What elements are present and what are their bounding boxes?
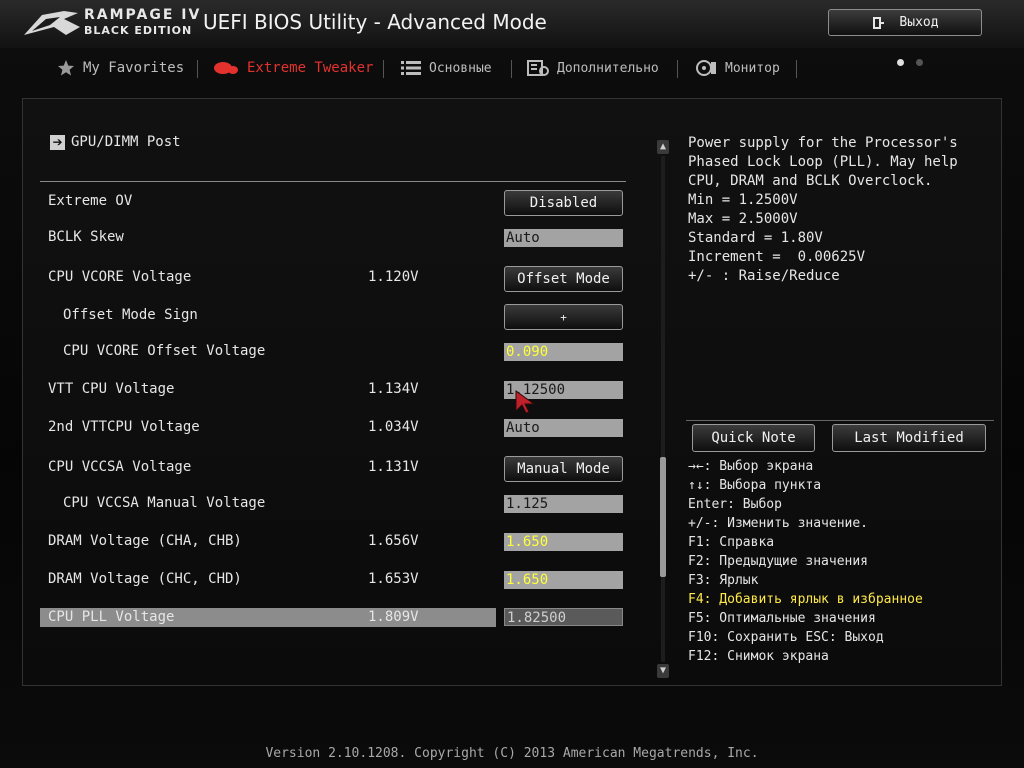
page-dot-active[interactable] <box>897 59 904 66</box>
submenu-gpu-dimm-post[interactable]: ➔ GPU/DIMM Post <box>50 134 181 150</box>
key-hint: +/-: Изменить значение. <box>688 516 869 531</box>
tab-label: Основные <box>429 60 492 76</box>
tab-separator <box>511 60 512 78</box>
tab-extreme-tweaker[interactable]: Extreme Tweaker <box>213 52 373 84</box>
offset-sign-button[interactable]: + <box>504 304 623 330</box>
setting-label: CPU VCCSA Manual Voltage <box>63 495 266 511</box>
key-hint: →←: Выбор экрана <box>688 459 814 474</box>
setting-label: BCLK Skew <box>48 229 124 245</box>
scrollbar-track[interactable] <box>661 156 665 662</box>
key-hint: F2: Предыдущие значения <box>688 554 869 569</box>
help-description: Power supply for the Processor's Phased … <box>688 135 958 284</box>
version-footer: Version 2.10.1208. Copyright (C) 2013 Am… <box>265 746 759 761</box>
tab-label: My Favorites <box>83 60 185 76</box>
cpu-vcore-offset-field[interactable]: 0.090 <box>504 343 623 361</box>
cpu-vccsa-manual-field[interactable]: 1.125 <box>504 495 623 513</box>
dram-voltage-cd-field[interactable]: 1.650 <box>504 571 623 589</box>
current-voltage: 1.120V <box>368 269 419 285</box>
mouse-cursor-icon <box>515 390 536 414</box>
key-hint: Enter: Выбор <box>688 497 782 512</box>
tab-label: Монитор <box>725 60 780 76</box>
key-hint-highlighted[interactable]: F4: Добавить ярлык в избранное <box>688 590 923 609</box>
key-hint: ↑↓: Выбора пункта <box>688 478 822 493</box>
cpu-vcore-mode-button[interactable]: Offset Mode <box>504 266 623 292</box>
tab-advanced[interactable]: Дополнительно <box>527 52 659 84</box>
submenu-arrow-icon: ➔ <box>50 134 65 150</box>
tab-separator <box>677 60 678 78</box>
page-title: UEFI BIOS Utility - Advanced Mode <box>203 10 547 34</box>
vttcpu2-voltage-field[interactable]: Auto <box>504 419 623 437</box>
quick-note-button[interactable]: Quick Note <box>692 424 815 452</box>
tab-monitor[interactable]: Монитор <box>695 52 780 84</box>
current-voltage: 1.131V <box>368 459 419 475</box>
setting-label: CPU VCCSA Voltage <box>48 459 192 475</box>
key-hint: F3: Ярлык <box>688 573 759 588</box>
key-hint: F10: Сохранить ESC: Выход <box>688 630 884 645</box>
setting-label: Extreme OV <box>48 193 133 209</box>
extreme-ov-button[interactable]: Disabled <box>504 190 623 216</box>
setting-label: DRAM Voltage (CHA, CHB) <box>48 533 242 549</box>
key-hint: F12: Снимок экрана <box>688 649 829 664</box>
current-voltage: 1.809V <box>368 609 419 625</box>
help-divider <box>686 420 994 421</box>
tab-separator <box>197 60 198 78</box>
setting-label: CPU VCORE Offset Voltage <box>63 343 266 359</box>
title-bar: RAMPAGE IV BLACK EDITION UEFI BIOS Utili… <box>0 0 1024 48</box>
exit-button[interactable]: Выход <box>828 9 982 36</box>
tab-label: Дополнительно <box>557 60 659 76</box>
section-divider <box>40 181 626 182</box>
main-tabs: My Favorites Extreme Tweaker Основные До… <box>0 52 1024 84</box>
brand-name: RAMPAGE IV <box>84 7 202 23</box>
cpu-vccsa-mode-button[interactable]: Manual Mode <box>504 456 623 482</box>
brand-edition: BLACK EDITION <box>84 24 193 37</box>
star-icon <box>58 60 74 76</box>
exit-door-icon <box>873 16 885 29</box>
tab-separator <box>383 60 384 78</box>
tab-my-favorites[interactable]: My Favorites <box>57 52 184 84</box>
current-voltage: 1.134V <box>368 381 419 397</box>
list-icon <box>401 61 421 75</box>
tab-separator <box>796 60 797 78</box>
key-hint: F5: Оптимальные значения <box>688 611 876 626</box>
fan-monitor-icon <box>696 60 716 76</box>
page-dot[interactable] <box>916 59 923 66</box>
cpu-pll-voltage-field[interactable]: 1.82500 <box>504 608 623 626</box>
tweaker-icon <box>214 62 238 74</box>
setting-label: DRAM Voltage (CHC, CHD) <box>48 571 242 587</box>
setting-label: CPU VCORE Voltage <box>48 269 192 285</box>
current-voltage: 1.653V <box>368 571 419 587</box>
key-legend: →←: Выбор экрана ↑↓: Выбора пункта Enter… <box>688 457 923 666</box>
tab-label: Extreme Tweaker <box>247 60 374 76</box>
key-hint: F1: Справка <box>688 535 775 550</box>
setting-label: 2nd VTTCPU Voltage <box>48 419 200 435</box>
current-voltage: 1.034V <box>368 419 419 435</box>
scrollbar-thumb[interactable] <box>660 457 666 577</box>
setting-label: VTT CPU Voltage <box>48 381 175 397</box>
advanced-icon <box>527 60 549 76</box>
scroll-up-arrow[interactable]: ▲ <box>657 140 669 154</box>
setting-label: Offset Mode Sign <box>63 307 198 323</box>
current-voltage: 1.656V <box>368 533 419 549</box>
last-modified-button[interactable]: Last Modified <box>832 424 986 452</box>
bclk-skew-field[interactable]: Auto <box>504 229 623 247</box>
setting-label[interactable]: CPU PLL Voltage <box>48 609 174 625</box>
tab-main[interactable]: Основные <box>401 52 492 84</box>
submenu-label: GPU/DIMM Post <box>71 134 181 150</box>
dram-voltage-ab-field[interactable]: 1.650 <box>504 533 623 551</box>
exit-label: Выход <box>899 15 939 30</box>
scroll-down-arrow[interactable]: ▼ <box>657 664 669 678</box>
